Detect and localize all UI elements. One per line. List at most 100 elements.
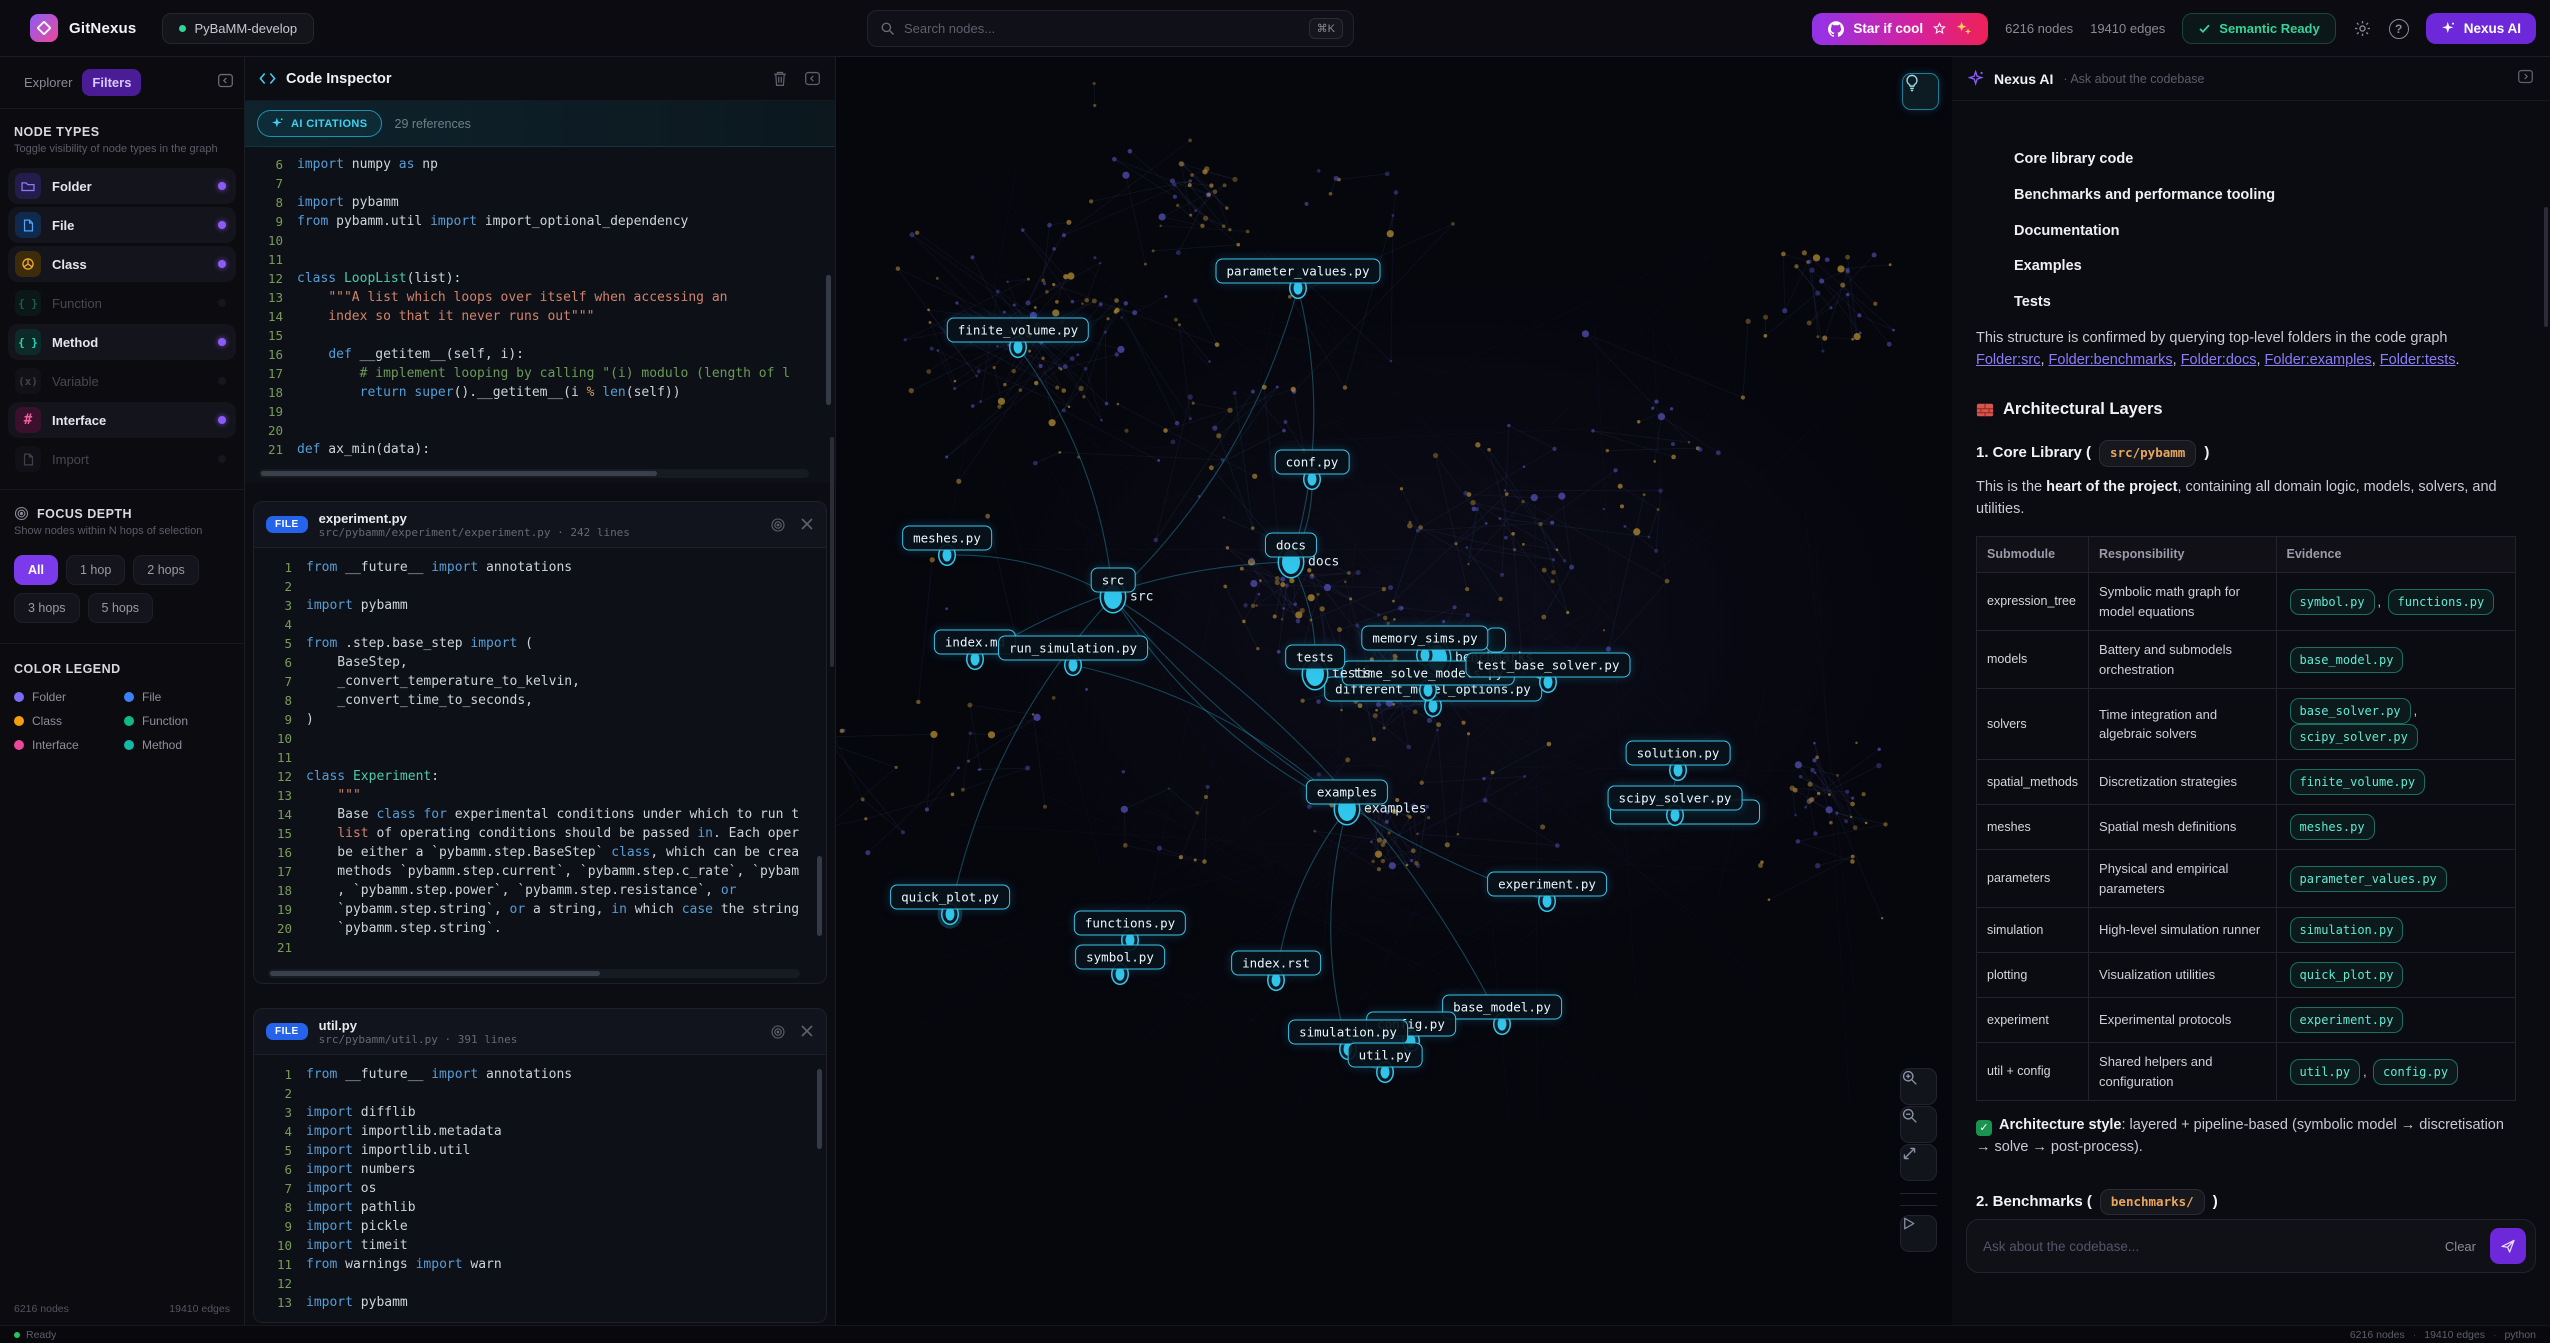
graph-node-label-meshes-py[interactable]: meshes.py xyxy=(902,526,992,551)
code-snippet[interactable]: 6import numpy as np78import pybamm9from … xyxy=(245,147,835,483)
search-box[interactable]: ⌘K xyxy=(867,10,1354,47)
ai-question-input[interactable] xyxy=(1983,1239,2445,1254)
close-icon[interactable] xyxy=(800,517,814,531)
evidence-chip[interactable]: simulation.py xyxy=(2290,917,2404,943)
ai-citations-badge[interactable]: AI CITATIONS xyxy=(257,110,382,137)
graph-node-label-run-simulation-py[interactable]: run_simulation.py xyxy=(998,636,1148,661)
graph-node-label-memory-sims-py[interactable]: memory_sims.py xyxy=(1361,626,1488,651)
nexus-ai-button[interactable]: Nexus AI xyxy=(2426,13,2536,44)
focus-target-icon[interactable] xyxy=(770,1024,786,1040)
graph-node-label-conf-py[interactable]: conf.py xyxy=(1275,450,1350,475)
focus-depth-2-hops[interactable]: 2 hops xyxy=(133,555,199,585)
horizontal-scrollbar[interactable] xyxy=(268,969,800,978)
node-type-folder[interactable]: Folder xyxy=(8,168,236,204)
node-type-interface[interactable]: #Interface xyxy=(8,402,236,438)
node-type-file[interactable]: File xyxy=(8,207,236,243)
evidence-chip[interactable]: util.py xyxy=(2290,1059,2361,1085)
vertical-scrollbar[interactable] xyxy=(826,155,831,465)
help-icon[interactable]: ? xyxy=(2389,19,2409,39)
node-type-toggle-dot[interactable] xyxy=(218,182,226,190)
node-type-toggle-dot[interactable] xyxy=(218,416,226,424)
evidence-chip[interactable]: quick_plot.py xyxy=(2290,962,2404,988)
tab-explorer[interactable]: Explorer xyxy=(14,69,82,96)
close-icon[interactable] xyxy=(800,1024,814,1038)
citation-link[interactable]: Folder:tests xyxy=(2380,352,2456,368)
graph-node-label-examples[interactable]: examples xyxy=(1306,780,1388,805)
tab-filters[interactable]: Filters xyxy=(82,69,141,96)
citation-link[interactable]: Folder:examples xyxy=(2265,352,2372,368)
send-button[interactable] xyxy=(2490,1228,2526,1264)
zoom-in-button[interactable] xyxy=(1900,1068,1937,1105)
zoom-out-button[interactable] xyxy=(1900,1106,1937,1143)
citation-link[interactable]: Folder:src xyxy=(1976,352,2040,368)
evidence-chip[interactable]: scipy_solver.py xyxy=(2290,724,2418,750)
ai-panel-collapse-icon[interactable] xyxy=(2517,68,2534,90)
citation-link[interactable]: Folder:docs xyxy=(2181,352,2257,368)
node-type-import[interactable]: Import xyxy=(8,441,236,477)
inspector-scrollbar[interactable] xyxy=(830,437,834,667)
graph-node-label-symbol-py[interactable]: symbol.py xyxy=(1075,945,1165,970)
graph-node-label-quick-plot-py[interactable]: quick_plot.py xyxy=(890,885,1010,910)
focus-depth-all[interactable]: All xyxy=(14,555,58,585)
trash-icon[interactable] xyxy=(772,70,788,87)
graph-node-label-tests[interactable]: tests xyxy=(1285,645,1345,670)
code-graph-canvas[interactable]: benchmarksmemory_sims.pydifferent_model_… xyxy=(836,57,1952,1325)
vertical-scrollbar[interactable] xyxy=(817,556,822,965)
node-type-function[interactable]: { }Function xyxy=(8,285,236,321)
vertical-scrollbar[interactable] xyxy=(817,1063,822,1304)
graph-node-label-scipy-solver-py[interactable]: scipy_solver.py xyxy=(1608,786,1743,811)
node-type-method[interactable]: { }Method xyxy=(8,324,236,360)
graph-node-label-functions-py[interactable]: functions.py xyxy=(1074,911,1186,936)
file-card-code[interactable]: 1from __future__ import annotations23imp… xyxy=(254,1055,826,1322)
graph-node-label-test-base-solver-py[interactable]: test_base_solver.py xyxy=(1466,653,1631,678)
evidence-chip[interactable]: meshes.py xyxy=(2290,814,2375,840)
ai-panel-scrollbar[interactable] xyxy=(2544,207,2548,327)
star-if-cool-button[interactable]: Star if cool xyxy=(1812,13,1988,45)
graph-node-label-experiment-py[interactable]: experiment.py xyxy=(1487,872,1607,897)
evidence-chip[interactable]: experiment.py xyxy=(2290,1007,2404,1033)
insight-lightbulb-button[interactable] xyxy=(1902,73,1939,110)
sidebar-collapse-icon[interactable] xyxy=(217,72,234,94)
fit-view-button[interactable] xyxy=(1900,1144,1937,1181)
citation-link[interactable]: Folder:benchmarks xyxy=(2049,352,2173,368)
status-bar: Ready 6216 nodes·19410 edges·python xyxy=(0,1325,2550,1343)
clear-button[interactable]: Clear xyxy=(2445,1239,2476,1254)
node-type-toggle-dot[interactable] xyxy=(218,221,226,229)
nodes-count: 6216 nodes xyxy=(2005,21,2073,36)
node-type-toggle-dot[interactable] xyxy=(218,338,226,346)
graph-node-label-util-py[interactable]: util.py xyxy=(1348,1043,1423,1068)
graph-node-label-solution-py[interactable]: solution.py xyxy=(1626,741,1731,766)
evidence-chip[interactable]: base_solver.py xyxy=(2290,698,2411,724)
focus-target-icon[interactable] xyxy=(770,517,786,533)
file-card-code[interactable]: 1from __future__ import annotations23imp… xyxy=(254,548,826,983)
node-type-variable[interactable]: (x)Variable xyxy=(8,363,236,399)
focus-depth-3-hops[interactable]: 3 hops xyxy=(14,593,80,623)
evidence-chip[interactable]: symbol.py xyxy=(2290,589,2375,615)
node-type-toggle-dot[interactable] xyxy=(218,260,226,268)
gitnexus-logo-icon xyxy=(30,14,58,42)
graph-node-label-parameter-values-py[interactable]: parameter_values.py xyxy=(1216,259,1381,284)
evidence-chip[interactable]: base_model.py xyxy=(2290,647,2404,673)
graph-node-label-index-rst[interactable]: index.rst xyxy=(1231,951,1321,976)
graph-node-label-docs[interactable]: docs xyxy=(1265,533,1317,558)
node-type-toggle-dot[interactable] xyxy=(218,377,226,385)
horizontal-scrollbar[interactable] xyxy=(259,469,809,478)
graph-node-label-src[interactable]: src xyxy=(1091,568,1136,593)
play-layout-button[interactable] xyxy=(1900,1215,1937,1252)
settings-gear-icon[interactable] xyxy=(2353,19,2372,38)
node-type-toggle-dot[interactable] xyxy=(218,299,226,307)
graph-node-label-base-model-py[interactable]: base_model.py xyxy=(1442,995,1562,1020)
node-type-toggle-dot[interactable] xyxy=(218,455,226,463)
node-type-class[interactable]: Class xyxy=(8,246,236,282)
evidence-chip[interactable]: functions.py xyxy=(2388,589,2495,615)
focus-depth-1-hop[interactable]: 1 hop xyxy=(66,555,125,585)
inspector-collapse-icon[interactable] xyxy=(804,70,821,87)
evidence-chip[interactable]: parameter_values.py xyxy=(2290,866,2447,892)
repo-tab[interactable]: PyBaMM-develop xyxy=(162,13,314,44)
graph-node-label-finite-volume-py[interactable]: finite_volume.py xyxy=(947,318,1089,343)
evidence-chip[interactable]: finite_volume.py xyxy=(2290,769,2426,795)
search-input[interactable] xyxy=(904,21,1309,36)
evidence-chip[interactable]: config.py xyxy=(2373,1059,2458,1085)
graph-node-label-simulation-py[interactable]: simulation.py xyxy=(1288,1020,1408,1045)
focus-depth-5-hops[interactable]: 5 hops xyxy=(88,593,154,623)
